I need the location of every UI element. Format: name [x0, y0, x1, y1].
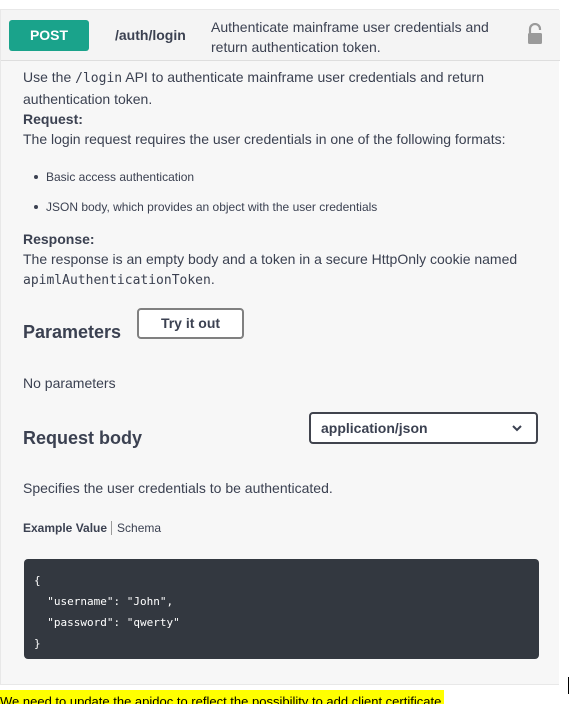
response-heading: Response:: [23, 231, 95, 247]
method-badge: POST: [9, 20, 89, 51]
response-description: Response: The response is an empty body …: [23, 229, 538, 291]
tab-schema[interactable]: Schema: [112, 521, 161, 535]
content-type-value: application/json: [321, 420, 428, 436]
example-tabs: Example Value Schema: [23, 521, 161, 535]
lock-icon[interactable]: [526, 23, 544, 45]
parameters-title: Parameters: [23, 322, 122, 342]
bullet-icon: [34, 205, 38, 209]
try-it-out-button[interactable]: Try it out: [137, 308, 244, 339]
request-heading: Request:: [23, 111, 83, 127]
operation-header[interactable]: POST /auth/login Authenticate mainframe …: [1, 10, 560, 61]
inline-code-token: apimlAuthenticationToken: [23, 273, 211, 288]
endpoint-path: /auth/login: [115, 27, 186, 43]
response-text: The response is an empty body and a toke…: [23, 251, 518, 288]
example-code-block: { "username": "John", "password": "qwert…: [24, 559, 539, 659]
request-text: The login request requires the user cred…: [23, 131, 506, 147]
highlighted-note: We need to update the apidoc to reflect …: [0, 690, 445, 704]
tab-example-value[interactable]: Example Value: [23, 521, 113, 535]
request-body-description: Specifies the user credentials to be aut…: [23, 480, 333, 496]
bullet-icon: [34, 175, 38, 179]
content-type-select[interactable]: application/json: [309, 412, 538, 444]
text-cursor: [568, 677, 569, 694]
list-item: JSON body, which provides an object with…: [34, 200, 377, 214]
request-body-title: Request body: [23, 428, 143, 448]
inline-code-login: /login: [75, 71, 123, 86]
list-item: Basic access authentication: [34, 170, 194, 184]
intro-text: Use the /login API to authenticate mainf…: [23, 69, 484, 107]
chevron-down-icon: [512, 425, 522, 432]
no-parameters-text: No parameters: [23, 375, 116, 391]
endpoint-summary: Authenticate mainframe user credentials …: [211, 19, 489, 55]
endpoint-description: Use the /login API to authenticate mainf…: [23, 67, 538, 149]
